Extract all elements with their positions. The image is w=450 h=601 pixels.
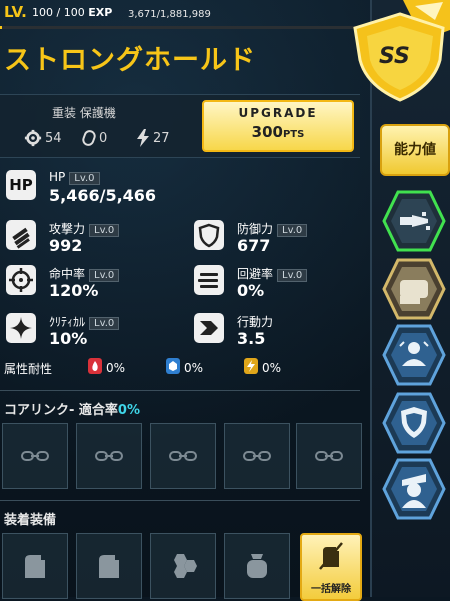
divider xyxy=(0,500,360,501)
upgrade-points: 300PTS xyxy=(251,123,305,141)
hand-skill-tab[interactable] xyxy=(382,258,446,320)
evasion-label: 回避率 xyxy=(237,267,274,281)
evasion-stat: 回避率 Lv.0 0% xyxy=(194,265,360,305)
level-label: LV. xyxy=(4,3,27,21)
unit-summary-panel: 重装 保護機 54 0 27 UPGRADE 300PTS xyxy=(0,94,360,158)
defense-value: 677 xyxy=(237,236,271,255)
core-link-slot[interactable] xyxy=(150,423,216,489)
chain-icon xyxy=(315,451,343,461)
attack-value: 992 xyxy=(49,236,83,255)
fire-icon xyxy=(88,358,102,374)
level-bar: LV. 100 / 100 EXP 3,671/1,881,989 xyxy=(0,0,360,29)
bulk-remove-button[interactable]: 一括解除 xyxy=(300,533,362,601)
hp-value: 5,466/5,466 xyxy=(49,186,157,205)
ice-resist-value: 0% xyxy=(184,361,204,375)
chain-icon xyxy=(169,451,197,461)
exp-progress-fill xyxy=(0,26,2,29)
core-link-slot[interactable] xyxy=(224,423,290,489)
accuracy-stat: 命中率 Lv.0 120% xyxy=(6,265,176,305)
fire-resist-value: 0% xyxy=(106,361,126,375)
critical-stat: ｸﾘﾃｨｶﾙ Lv.0 10% xyxy=(6,313,176,353)
core-link-rate: 0% xyxy=(117,403,140,418)
gear-icon xyxy=(24,129,42,147)
defense-label: 防御力 xyxy=(237,222,274,236)
lightning-stat: 27 xyxy=(136,129,170,147)
lightning-resist-icon xyxy=(244,358,258,374)
upgrade-button[interactable]: UPGRADE 300PTS xyxy=(202,100,354,152)
character-tab[interactable] xyxy=(382,458,446,520)
ice-icon xyxy=(166,358,180,374)
attack-label: 攻撃力 xyxy=(49,222,86,236)
evasion-icon xyxy=(194,265,224,295)
chip-icon xyxy=(25,555,45,578)
critical-value: 10% xyxy=(49,329,88,348)
exp-progress-bar xyxy=(0,26,360,29)
rank-emblem: SS xyxy=(345,0,450,110)
accuracy-label: 命中率 xyxy=(49,267,86,281)
defense-stat: 防御力 Lv.0 677 xyxy=(194,220,360,260)
equipment-slot-chip[interactable] xyxy=(2,533,68,599)
rank-label: SS xyxy=(379,44,410,69)
core-link-slot[interactable] xyxy=(296,423,362,489)
hp-label: HP xyxy=(49,170,66,184)
level-value: 100 / 100 EXP xyxy=(32,6,113,19)
shield-icon xyxy=(194,220,224,250)
attack-level-badge: Lv.0 xyxy=(89,224,120,237)
evasion-value: 0% xyxy=(237,281,265,300)
chip-icon xyxy=(99,555,119,578)
attack-stat: 攻撃力 Lv.0 992 xyxy=(6,220,176,260)
weight-stat: 0 xyxy=(82,129,107,147)
equipment-slot-os[interactable] xyxy=(150,533,216,599)
gear-stat: 54 xyxy=(24,129,62,147)
action-label: 行動力 xyxy=(237,315,274,329)
core-link-slot[interactable] xyxy=(76,423,142,489)
upgrade-label: UPGRADE xyxy=(238,106,318,120)
chevron-right-icon xyxy=(194,313,224,343)
lightning-icon xyxy=(137,129,149,147)
equipment-slot-chip[interactable] xyxy=(76,533,142,599)
hexagon-cluster-icon xyxy=(174,554,197,578)
unit-name: ストロングホールド xyxy=(4,45,256,76)
exp-value: 3,671/1,881,989 xyxy=(128,9,211,20)
crosshair-icon xyxy=(6,265,36,295)
defense-skill-tab[interactable] xyxy=(382,392,446,454)
core-link-slot[interactable] xyxy=(2,423,68,489)
evasion-level-badge: Lv.0 xyxy=(277,269,308,282)
chain-icon xyxy=(21,451,49,461)
unit-category: 重装 保護機 xyxy=(52,106,116,120)
hp-level-badge: Lv.0 xyxy=(69,172,100,185)
critical-level-badge: Lv.0 xyxy=(89,317,120,330)
defense-level-badge: Lv.0 xyxy=(277,224,308,237)
unequip-icon xyxy=(319,542,343,570)
action-stat: 行動力 3.5 xyxy=(194,313,360,353)
chain-icon xyxy=(243,451,271,461)
sparkle-icon xyxy=(6,313,36,343)
bullets-icon xyxy=(6,220,36,250)
bulk-remove-label: 一括解除 xyxy=(311,584,351,595)
equipment-slot-gear[interactable] xyxy=(224,533,290,599)
divider xyxy=(0,390,360,391)
hp-icon: HP xyxy=(6,170,36,200)
ability-tab[interactable]: 能力値 xyxy=(380,124,450,176)
accuracy-value: 120% xyxy=(49,281,99,300)
core-link-label: コアリンク- 適合率0% xyxy=(4,403,140,418)
critical-label: ｸﾘﾃｨｶﾙ xyxy=(49,315,86,329)
electric-resist-value: 0% xyxy=(262,361,282,375)
bag-icon xyxy=(247,554,267,578)
weight-icon xyxy=(82,130,96,146)
weapon-tab[interactable] xyxy=(382,190,446,252)
resistance-label: 属性耐性 xyxy=(4,362,53,376)
hp-stat: HP HP Lv.0 5,466/5,466 xyxy=(6,170,186,210)
chain-icon xyxy=(95,451,123,461)
buff-skill-tab[interactable] xyxy=(382,324,446,386)
action-value: 3.5 xyxy=(237,329,266,348)
equipment-label: 装着装備 xyxy=(4,513,57,528)
